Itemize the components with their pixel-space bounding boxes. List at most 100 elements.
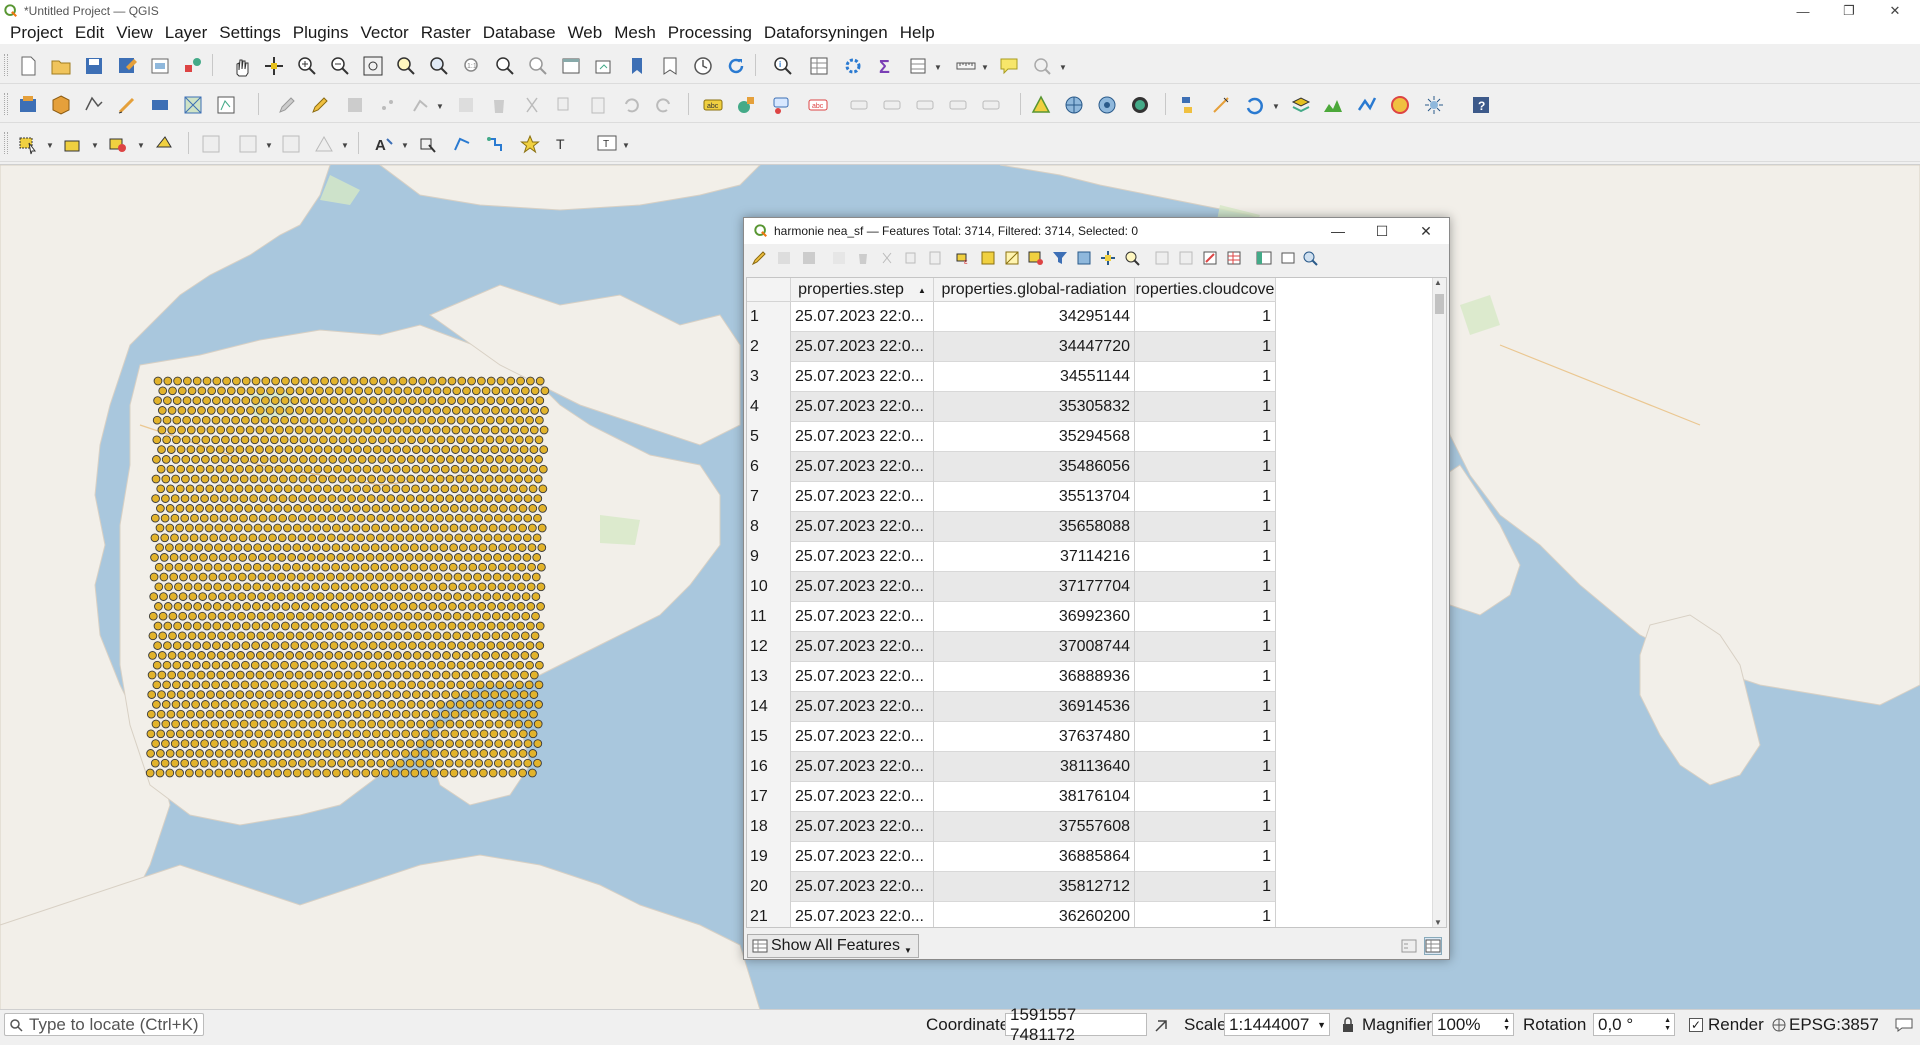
row-number-cell[interactable]: 5 (747, 422, 791, 452)
undo-icon[interactable] (620, 94, 642, 116)
zoom-out-icon[interactable] (329, 55, 351, 77)
delete-selected-icon[interactable] (488, 94, 510, 116)
split-features-icon[interactable] (280, 133, 302, 155)
table-row[interactable]: 12 25.07.2023 22:0... 37008744 1 (747, 632, 1276, 662)
cut-features-icon[interactable] (521, 94, 543, 116)
global-radiation-cell[interactable]: 38113640 (934, 752, 1135, 782)
step-cell[interactable]: 25.07.2023 22:0... (791, 902, 934, 927)
annotation-star-icon[interactable] (519, 133, 541, 155)
show-hide-labels-icon[interactable] (881, 94, 903, 116)
new-geopackage-icon[interactable] (50, 94, 72, 116)
scroll-down-arrow-icon[interactable]: ▼ (1434, 918, 1442, 927)
attribute-table-window[interactable]: harmonie nea_sf — Features Total: 3714, … (743, 217, 1450, 960)
select-by-value-icon[interactable] (62, 133, 84, 155)
new-3d-view-icon[interactable] (593, 55, 615, 77)
select-features-icon[interactable] (17, 133, 39, 155)
delete-field-icon[interactable] (1177, 249, 1195, 267)
switch-table-view-icon[interactable] (1424, 937, 1442, 955)
table-row[interactable]: 14 25.07.2023 22:0... 36914536 1 (747, 692, 1276, 722)
vertical-scrollbar[interactable]: ▲ ▼ (1432, 278, 1446, 927)
restore-button[interactable]: ❐ (1826, 0, 1872, 22)
global-radiation-cell[interactable]: 37008744 (934, 632, 1135, 662)
menu-edit[interactable]: Edit (69, 23, 110, 43)
row-number-cell[interactable]: 8 (747, 512, 791, 542)
column-header-cloudcover[interactable]: roperties.cloudcove (1135, 278, 1276, 302)
deselect-all-icon[interactable] (107, 133, 129, 155)
crs-label[interactable]: EPSG:3857 (1789, 1014, 1879, 1036)
close-button[interactable]: ✕ (1872, 0, 1918, 22)
quickmapservices-icon[interactable] (1129, 94, 1151, 116)
menu-web[interactable]: Web (562, 23, 609, 43)
cloudcover-cell[interactable]: 1 (1135, 692, 1276, 722)
statistical-summary-icon[interactable]: Σ (875, 55, 897, 77)
column-header-step[interactable]: properties.step ▲ (791, 278, 934, 302)
row-number-cell[interactable]: 4 (747, 392, 791, 422)
menu-project[interactable]: Project (4, 23, 69, 43)
zoom-last-icon[interactable] (494, 55, 516, 77)
new-shapefile-icon[interactable] (83, 94, 105, 116)
table-row[interactable]: 18 25.07.2023 22:0... 37557608 1 (747, 812, 1276, 842)
highlight-pinned-labels-icon[interactable] (772, 94, 794, 116)
table-row[interactable]: 4 25.07.2023 22:0... 35305832 1 (747, 392, 1276, 422)
save-project-icon[interactable] (83, 55, 105, 77)
row-number-cell[interactable]: 11 (747, 602, 791, 632)
global-radiation-cell[interactable]: 37114216 (934, 542, 1135, 572)
row-number-cell[interactable]: 21 (747, 902, 791, 927)
open-attribute-table-icon[interactable] (808, 55, 830, 77)
global-radiation-cell[interactable]: 34551144 (934, 362, 1135, 392)
save-as-icon[interactable] (116, 55, 138, 77)
table-row[interactable]: 1 25.07.2023 22:0... 34295144 1 (747, 302, 1276, 332)
menu-vector[interactable]: Vector (355, 23, 415, 43)
global-radiation-cell[interactable]: 37557608 (934, 812, 1135, 842)
copy-icon[interactable] (902, 249, 920, 267)
paste-features-icon[interactable] (587, 94, 609, 116)
dropdown-arrow-icon[interactable]: ▼ (981, 63, 989, 72)
temporal-controller-icon[interactable] (692, 55, 714, 77)
menu-help[interactable]: Help (894, 23, 941, 43)
menu-database[interactable]: Database (477, 23, 562, 43)
text-annotation-icon[interactable]: A (373, 133, 395, 155)
terrain-profile-icon[interactable] (1322, 94, 1344, 116)
cloudcover-cell[interactable]: 1 (1135, 542, 1276, 572)
cloudcover-cell[interactable]: 1 (1135, 662, 1276, 692)
print-layout-icon[interactable] (149, 55, 171, 77)
add-vector-layer-icon[interactable] (215, 94, 237, 116)
row-number-cell[interactable]: 10 (747, 572, 791, 602)
step-cell[interactable]: 25.07.2023 22:0... (791, 722, 934, 752)
dropdown-arrow-icon[interactable]: ▼ (265, 141, 273, 150)
new-field-icon[interactable] (1153, 249, 1171, 267)
cloudcover-cell[interactable]: 1 (1135, 452, 1276, 482)
menu-mesh[interactable]: Mesh (608, 23, 662, 43)
cloudcover-cell[interactable]: 1 (1135, 722, 1276, 752)
row-number-cell[interactable]: 20 (747, 872, 791, 902)
step-cell[interactable]: 25.07.2023 22:0... (791, 602, 934, 632)
menu-plugins[interactable]: Plugins (287, 23, 355, 43)
toolbar-handle[interactable] (4, 54, 8, 76)
dropdown-arrow-icon[interactable]: ▼ (401, 141, 409, 150)
global-radiation-cell[interactable]: 37177704 (934, 572, 1135, 602)
row-number-cell[interactable]: 12 (747, 632, 791, 662)
crs-globe-icon[interactable] (1772, 1018, 1786, 1032)
python-console-icon[interactable] (1176, 94, 1198, 116)
step-cell[interactable]: 25.07.2023 22:0... (791, 782, 934, 812)
graph-network-icon[interactable] (1356, 94, 1378, 116)
paste-icon[interactable] (926, 249, 944, 267)
cloudcover-cell[interactable]: 1 (1135, 362, 1276, 392)
zoom-full-icon[interactable] (362, 55, 384, 77)
digitize-point-icon[interactable] (377, 94, 399, 116)
rotate-label-icon[interactable] (947, 94, 969, 116)
zoom-next-icon[interactable] (527, 55, 549, 77)
multi-edit-icon[interactable] (775, 249, 793, 267)
diagram-options-icon[interactable] (735, 94, 757, 116)
scroll-up-arrow-icon[interactable]: ▲ (1434, 278, 1442, 287)
cloudcover-cell[interactable]: 1 (1135, 842, 1276, 872)
close-button[interactable]: ✕ (1404, 218, 1448, 244)
column-header-global-radiation[interactable]: properties.global-radiation (934, 278, 1135, 302)
annotation-vertex-icon[interactable] (451, 133, 473, 155)
cloudcover-cell[interactable]: 1 (1135, 572, 1276, 602)
select-by-expression-icon[interactable]: ε (955, 249, 973, 267)
delete-feature-icon[interactable] (854, 249, 872, 267)
map-tips-icon[interactable] (998, 55, 1020, 77)
row-number-cell[interactable]: 3 (747, 362, 791, 392)
table-row[interactable]: 19 25.07.2023 22:0... 36885864 1 (747, 842, 1276, 872)
